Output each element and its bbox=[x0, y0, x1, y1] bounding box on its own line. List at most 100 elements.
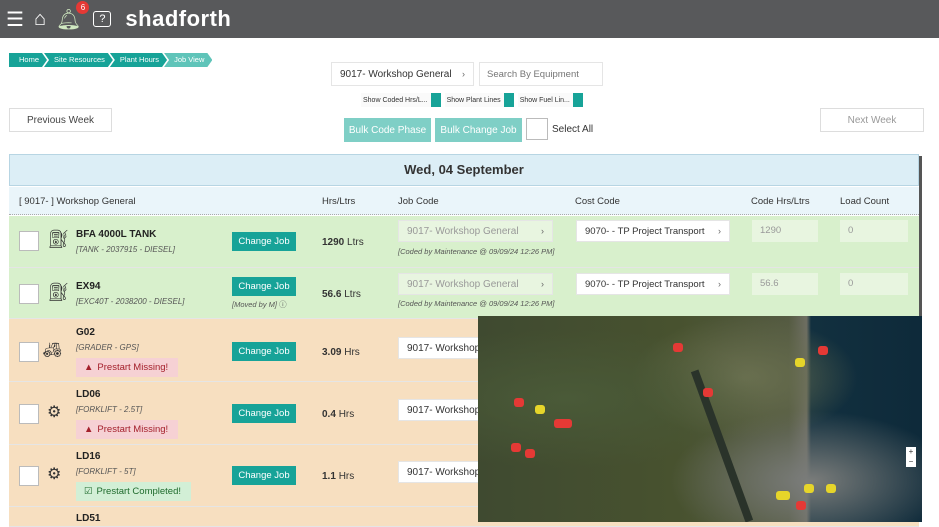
coded-by-note: [Coded by Maintenance @ 09/09/24 12:26 P… bbox=[398, 247, 555, 256]
job-code-select[interactable]: 9017- Workshop General › bbox=[398, 273, 553, 295]
breadcrumb-home[interactable]: Home bbox=[9, 53, 47, 67]
change-job-button[interactable]: Change Job bbox=[232, 466, 296, 485]
map-marker[interactable] bbox=[511, 443, 521, 452]
fuel-pump-icon: ⛽︎ bbox=[47, 282, 70, 302]
map-marker[interactable] bbox=[776, 491, 790, 500]
warning-icon: ▲ bbox=[84, 424, 94, 435]
equipment-name: LD16 bbox=[76, 451, 101, 462]
change-job-button[interactable]: Change Job bbox=[232, 342, 296, 361]
map-marker[interactable] bbox=[818, 346, 828, 355]
hrs-ltrs-value: 3.09 Hrs bbox=[322, 347, 360, 358]
row-checkbox[interactable] bbox=[19, 404, 39, 424]
col-code-hrs: Code Hrs/Ltrs bbox=[751, 196, 810, 207]
hrs-ltrs-value: 1.1 Hrs bbox=[322, 471, 355, 482]
row-checkbox[interactable] bbox=[19, 284, 39, 304]
map-marker[interactable] bbox=[804, 484, 814, 493]
breadcrumb-site-resources[interactable]: Site Resources bbox=[44, 53, 113, 67]
toggle-fuel-lines[interactable]: Show Fuel Lin... bbox=[517, 93, 583, 107]
moved-by-note: [Moved by M] ⓘ bbox=[232, 300, 287, 309]
brand-logo: shadforth bbox=[125, 6, 232, 31]
notification-badge: 6 bbox=[76, 0, 90, 14]
change-job-button[interactable]: Change Job bbox=[232, 277, 296, 296]
equipment-name: G02 bbox=[76, 327, 95, 338]
previous-week-button[interactable]: Previous Week bbox=[9, 108, 112, 132]
load-count-input[interactable]: 0 bbox=[840, 220, 908, 242]
table-row: ⛽︎ BFA 4000L TANK [TANK - 2037915 - DIES… bbox=[9, 216, 919, 268]
chevron-right-icon: › bbox=[541, 279, 544, 289]
forklift-icon: ⚙︎ bbox=[47, 466, 62, 483]
prestart-missing-badge: ▲ Prestart Missing! bbox=[76, 420, 179, 439]
map-marker[interactable] bbox=[673, 343, 683, 352]
home-icon[interactable]: ⌂ bbox=[34, 8, 46, 31]
zoom-in-button[interactable]: + bbox=[906, 447, 916, 457]
row-checkbox[interactable] bbox=[19, 466, 39, 486]
bulk-change-job-button[interactable]: Bulk Change Job bbox=[435, 118, 522, 142]
select-all-label: Select All bbox=[552, 124, 594, 135]
load-count-input[interactable]: 0 bbox=[840, 273, 908, 295]
column-header-row: [ 9017- ] Workshop General Hrs/Ltrs Job … bbox=[9, 187, 919, 215]
map-zoom-control: + − bbox=[906, 447, 916, 467]
equipment-name: BFA 4000L TANK bbox=[76, 229, 157, 240]
col-load-count: Load Count bbox=[840, 196, 890, 207]
menu-icon[interactable]: ☰ bbox=[6, 7, 24, 32]
hrs-ltrs-value: 1290 Ltrs bbox=[322, 237, 364, 248]
check-square-icon: ☑ bbox=[84, 486, 93, 497]
date-header: Wed, 04 September bbox=[9, 154, 919, 186]
equipment-search-input[interactable] bbox=[479, 62, 603, 86]
change-job-button[interactable]: Change Job bbox=[232, 404, 296, 423]
fuel-pump-icon: ⛽︎ bbox=[47, 229, 70, 249]
code-hrs-input[interactable]: 56.6 bbox=[752, 273, 818, 295]
map-view[interactable]: + − bbox=[478, 316, 922, 522]
hrs-ltrs-value: 0.4 Hrs bbox=[322, 409, 355, 420]
cost-code-select[interactable]: 9070- - TP Project Transport › bbox=[576, 220, 730, 242]
map-marker[interactable] bbox=[796, 501, 806, 510]
help-chat-icon[interactable]: ? bbox=[93, 11, 112, 27]
select-all-checkbox[interactable] bbox=[526, 118, 548, 140]
map-marker[interactable] bbox=[795, 358, 805, 367]
map-marker[interactable] bbox=[525, 449, 535, 458]
toggle-plant-lines[interactable]: Show Plant Lines bbox=[444, 93, 514, 107]
map-marker[interactable] bbox=[554, 419, 572, 428]
equipment-details: [TANK - 2037915 - DIESEL] bbox=[76, 245, 176, 254]
toggle-switch[interactable] bbox=[572, 93, 583, 107]
coded-by-note: [Coded by Maintenance @ 09/09/24 12:26 P… bbox=[398, 299, 555, 308]
breadcrumb-job-view[interactable]: Job View bbox=[164, 53, 212, 67]
equipment-name: EX94 bbox=[76, 281, 101, 292]
equipment-details: [FORKLIFT - 2.5T] bbox=[76, 405, 143, 414]
row-checkbox[interactable] bbox=[19, 231, 39, 251]
map-marker[interactable] bbox=[535, 405, 545, 414]
breadcrumb-plant-hours[interactable]: Plant Hours bbox=[110, 53, 167, 67]
cost-code-select[interactable]: 9070- - TP Project Transport › bbox=[576, 273, 730, 295]
map-marker[interactable] bbox=[703, 388, 713, 397]
row-checkbox[interactable] bbox=[19, 342, 39, 362]
hrs-ltrs-value: 56.6 Ltrs bbox=[322, 289, 361, 300]
toggle-coded-hrs[interactable]: Show Coded Hrs/L... bbox=[361, 93, 441, 107]
job-filter-select[interactable]: 9017- Workshop General › bbox=[331, 62, 474, 86]
map-marker[interactable] bbox=[826, 484, 836, 493]
chevron-right-icon: › bbox=[718, 226, 721, 236]
map-river bbox=[690, 369, 754, 522]
prestart-completed-badge: ☑ Prestart Completed! bbox=[76, 482, 192, 501]
col-job-group: [ 9017- ] Workshop General bbox=[19, 196, 136, 207]
scrollbar[interactable] bbox=[919, 156, 922, 316]
forklift-icon: ⚙︎ bbox=[47, 404, 62, 421]
bell-icon[interactable]: 🔔︎ 6 bbox=[56, 0, 90, 32]
bulk-code-phase-button[interactable]: Bulk Code Phase bbox=[344, 118, 431, 142]
toggle-switch[interactable] bbox=[430, 93, 441, 107]
info-icon[interactable]: ⓘ bbox=[279, 300, 287, 309]
toggle-label: Show Plant Lines bbox=[446, 96, 501, 104]
change-job-button[interactable]: Change Job bbox=[232, 232, 296, 251]
zoom-out-button[interactable]: − bbox=[906, 457, 916, 467]
col-hrs-ltrs: Hrs/Ltrs bbox=[322, 196, 356, 207]
equipment-name: LD06 bbox=[76, 389, 101, 400]
col-cost-code: Cost Code bbox=[575, 196, 620, 207]
toggle-switch[interactable] bbox=[503, 93, 514, 107]
chevron-right-icon: › bbox=[541, 226, 544, 236]
map-marker[interactable] bbox=[514, 398, 524, 407]
top-bar: ☰ ⌂ 🔔︎ 6 ? shadforth bbox=[0, 0, 939, 38]
col-job-code: Job Code bbox=[398, 196, 439, 207]
code-hrs-input[interactable]: 1290 bbox=[752, 220, 818, 242]
job-code-select[interactable]: 9017- Workshop General › bbox=[398, 220, 553, 242]
warning-icon: ▲ bbox=[84, 362, 94, 373]
next-week-button[interactable]: Next Week bbox=[820, 108, 924, 132]
